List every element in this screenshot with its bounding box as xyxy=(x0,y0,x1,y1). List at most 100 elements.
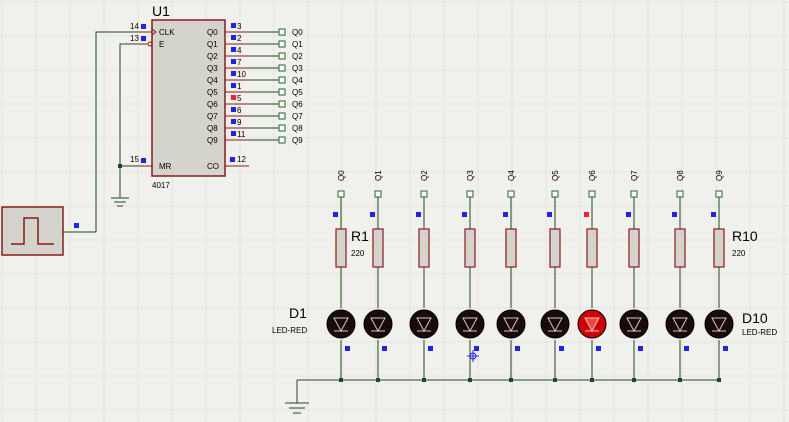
pin-name: Q7 xyxy=(207,112,218,121)
crosshair-cursor-icon xyxy=(467,350,479,362)
net-terminal-icon[interactable] xyxy=(278,136,286,144)
ground-symbol-chip xyxy=(111,197,129,207)
pin-state-indicator xyxy=(231,71,236,76)
net-terminal-icon[interactable] xyxy=(588,190,596,198)
led[interactable] xyxy=(326,309,356,339)
net-label: Q5 xyxy=(292,88,303,97)
net-terminal-icon[interactable] xyxy=(551,190,559,198)
resistor[interactable] xyxy=(628,228,640,268)
pin-name: Q1 xyxy=(207,40,218,49)
resistor-first-value: 220 xyxy=(351,249,365,258)
net-terminal-icon[interactable] xyxy=(374,190,382,198)
led[interactable] xyxy=(455,309,485,339)
resistor[interactable] xyxy=(549,228,561,268)
led-column: Q5 xyxy=(540,170,570,382)
pin-number: 5 xyxy=(237,94,242,103)
pin-state-indicator xyxy=(370,212,375,217)
net-terminal-icon[interactable] xyxy=(278,76,286,84)
led[interactable] xyxy=(577,309,607,339)
resistor[interactable] xyxy=(372,228,384,268)
pin-state-indicator xyxy=(672,212,677,217)
pin-name: Q9 xyxy=(207,136,218,145)
led[interactable] xyxy=(665,309,695,339)
column-net-label: Q1 xyxy=(374,170,383,181)
chip-part: 4017 xyxy=(152,181,170,190)
enable-reset-wiring xyxy=(111,43,152,207)
net-terminal-icon[interactable] xyxy=(420,190,428,198)
led[interactable] xyxy=(409,309,439,339)
pin-state-indicator xyxy=(231,23,236,28)
chip-ref: U1 xyxy=(152,3,170,19)
pin-number: 10 xyxy=(237,70,246,79)
net-terminal-icon[interactable] xyxy=(278,64,286,72)
clock-generator[interactable] xyxy=(1,206,96,256)
net-terminal-icon[interactable] xyxy=(715,190,723,198)
net-label: Q6 xyxy=(292,100,303,109)
resistor[interactable] xyxy=(335,228,347,268)
led-column: Q2 xyxy=(409,170,439,382)
resistor[interactable] xyxy=(674,228,686,268)
pin-state-indicator xyxy=(231,83,236,88)
resistor[interactable] xyxy=(586,228,598,268)
led-column: Q8 xyxy=(665,170,695,382)
net-label: Q7 xyxy=(292,112,303,121)
pin-state-indicator xyxy=(382,346,387,351)
pin-state-indicator xyxy=(474,346,479,351)
pin-name: CO xyxy=(207,162,219,171)
net-terminal-icon[interactable] xyxy=(278,100,286,108)
resistor[interactable] xyxy=(464,228,476,268)
net-terminal-icon[interactable] xyxy=(337,190,345,198)
pin-name: Q5 xyxy=(207,88,218,97)
net-terminal-icon[interactable] xyxy=(278,112,286,120)
pin-state-indicator xyxy=(141,24,146,29)
pin-state-indicator xyxy=(515,346,520,351)
column-net-label: Q0 xyxy=(337,170,346,181)
pin-state-indicator xyxy=(231,119,236,124)
net-terminal-icon[interactable] xyxy=(278,40,286,48)
pin-state-indicator xyxy=(231,59,236,64)
pin-state-indicator xyxy=(231,107,236,112)
net-terminal-icon[interactable] xyxy=(278,28,286,36)
net-terminal-icon[interactable] xyxy=(278,52,286,60)
pin-state-indicator xyxy=(584,212,589,217)
led[interactable] xyxy=(540,309,570,339)
pin-name: MR xyxy=(159,162,172,171)
resistor[interactable] xyxy=(505,228,517,268)
net-label: Q9 xyxy=(292,136,303,145)
pin-state-indicator xyxy=(723,346,728,351)
pin-name: E xyxy=(159,40,164,49)
led-bank: Q0 Q1 Q2 Q3 Q4 Q5 Q6 Q7 Q8 Q9 xyxy=(326,170,734,382)
pin-state-indicator xyxy=(230,157,235,162)
pin-state-indicator xyxy=(416,212,421,217)
pin-state-indicator xyxy=(345,346,350,351)
net-label: Q4 xyxy=(292,76,303,85)
pin-state-indicator xyxy=(428,346,433,351)
net-terminal-icon[interactable] xyxy=(466,190,474,198)
schematic-canvas: U1 4017 14 CLK 13 E 15 MR Q03Q0Q12Q1Q24Q… xyxy=(0,0,789,422)
net-terminal-icon[interactable] xyxy=(507,190,515,198)
pin-state-indicator xyxy=(231,131,236,136)
resistor-first-ref: R1 xyxy=(351,228,369,244)
net-terminal-icon[interactable] xyxy=(278,88,286,96)
pin-number: 13 xyxy=(130,34,139,43)
pin-number: 1 xyxy=(237,82,242,91)
led-first-value: LED-RED xyxy=(272,326,307,335)
pin-number: 9 xyxy=(237,118,242,127)
clock-output-indicator xyxy=(74,223,79,228)
led[interactable] xyxy=(704,309,734,339)
led[interactable] xyxy=(363,309,393,339)
counter-chip-u1[interactable]: U1 4017 14 CLK 13 E 15 MR Q03Q0Q12Q1Q24Q… xyxy=(130,3,303,190)
net-terminal-icon[interactable] xyxy=(630,190,638,198)
pin-number: 12 xyxy=(237,155,246,164)
resistor[interactable] xyxy=(713,228,725,268)
column-net-label: Q4 xyxy=(507,170,516,181)
net-terminal-icon[interactable] xyxy=(676,190,684,198)
resistor[interactable] xyxy=(418,228,430,268)
pin-state-indicator xyxy=(559,346,564,351)
led[interactable] xyxy=(619,309,649,339)
led[interactable] xyxy=(496,309,526,339)
pin-state-indicator xyxy=(141,36,146,41)
net-terminal-icon[interactable] xyxy=(278,124,286,132)
pin-state-indicator xyxy=(503,212,508,217)
led-column: Q9 xyxy=(704,170,734,382)
